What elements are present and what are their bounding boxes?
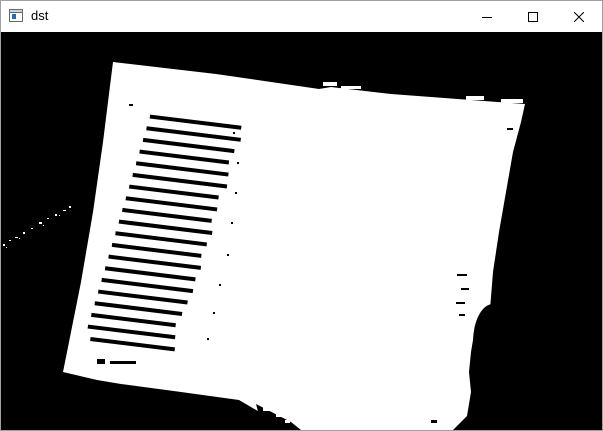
minimize-icon (482, 16, 492, 18)
maximize-icon (528, 11, 538, 22)
window-app-icon (9, 9, 23, 22)
title-bar[interactable]: dst (1, 1, 602, 32)
minimize-button[interactable] (464, 1, 510, 32)
noise-left (3, 206, 71, 248)
window-title: dst (31, 8, 49, 23)
image-canvas[interactable] (1, 32, 602, 430)
maximize-button[interactable] (510, 1, 556, 32)
close-button[interactable] (556, 1, 602, 32)
binarized-book-image (3, 62, 525, 430)
image-window: dst (0, 0, 603, 431)
close-icon (574, 11, 584, 22)
